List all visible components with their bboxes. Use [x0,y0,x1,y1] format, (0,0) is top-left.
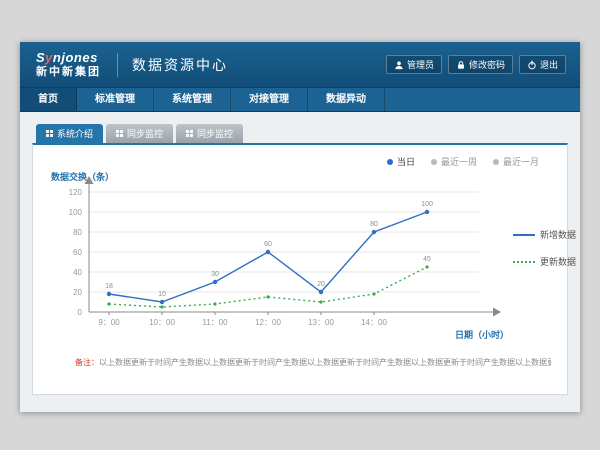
user-actions: 管理员 修改密码 退出 [386,55,566,74]
app-header: Synjones 新中新集团 数据资源中心 管理员 修改密码 退出 [20,42,580,88]
logo-company-name: 新中新集团 [36,67,101,78]
grid-icon [116,130,123,137]
series-legend: 新增数据 更新数据 [513,228,576,355]
nav-item-home[interactable]: 首页 [20,88,77,111]
logout-button[interactable]: 退出 [519,55,566,74]
svg-text:45: 45 [423,256,431,263]
svg-text:100: 100 [69,208,83,217]
svg-text:80: 80 [73,228,82,237]
change-password-button[interactable]: 修改密码 [448,55,513,74]
nav-item-system-mgmt[interactable]: 系统管理 [154,88,231,111]
tab-sync-monitor-2[interactable]: 同步监控 [176,124,243,143]
grid-icon [46,130,53,137]
change-password-label: 修改密码 [469,58,505,71]
radio-dot-icon [431,159,437,165]
grid-icon [186,130,193,137]
period-filter-today[interactable]: 当日 [387,155,415,168]
nav-item-data-change[interactable]: 数据异动 [308,88,385,111]
period-filter-last-week[interactable]: 最近一周 [431,155,477,168]
logo[interactable]: Synjones 新中新集团 [36,51,101,78]
svg-text:20: 20 [317,281,325,288]
tab-bar: 系统介绍 同步监控 同步监控 [32,124,568,143]
tab-label: 同步监控 [127,127,163,140]
main-nav: 首页 标准管理 系统管理 对接管理 数据异动 [20,88,580,112]
svg-text:10: 10 [158,291,166,298]
svg-text:0: 0 [78,308,83,317]
svg-text:14：00: 14：00 [361,318,387,327]
chart-row: 0 20 40 60 80 100 120 9：00 10：00 11：00 12：00 13：00 1… [49,170,551,355]
desktop-background: Synjones 新中新集团 数据资源中心 管理员 修改密码 退出 [0,0,600,450]
period-filter-label: 当日 [397,155,415,168]
svg-text:20: 20 [73,288,82,297]
chart-panel: 当日 最近一周 最近一月 0 20 40 60 80 100 120 9：00 10：00 11：… [32,143,568,395]
tab-system-intro[interactable]: 系统介绍 [36,124,103,143]
lock-icon [456,60,466,70]
nav-item-standard-mgmt[interactable]: 标准管理 [77,88,154,111]
logout-label: 退出 [540,58,558,71]
svg-text:60: 60 [264,241,272,248]
svg-text:日期（小时）: 日期（小时） [455,329,509,340]
period-filter-last-month[interactable]: 最近一月 [493,155,539,168]
footnote-text: 以上数据更新于时间产生数据以上数据更新于时间产生数据以上数据更新于时间产生数据以… [99,358,551,367]
admin-user-label: 管理员 [407,58,434,71]
legend-label: 更新数据 [540,255,576,268]
admin-user-button[interactable]: 管理员 [386,55,442,74]
radio-dot-icon [387,159,393,165]
svg-text:12：00: 12：00 [255,318,281,327]
footnote-prefix: 备注： [75,358,99,367]
line-chart: 0 20 40 60 80 100 120 9：00 10：00 11：00 12：00 13：00 1… [49,170,511,355]
footnote: 备注：以上数据更新于时间产生数据以上数据更新于时间产生数据以上数据更新于时间产生… [49,357,551,368]
period-filter-label: 最近一月 [503,155,539,168]
app-window: Synjones 新中新集团 数据资源中心 管理员 修改密码 退出 [20,42,580,412]
page-title: 数据资源中心 [117,53,228,77]
content-area: 系统介绍 同步监控 同步监控 当日 [20,112,580,412]
legend-item-updated-data: 更新数据 [513,255,576,268]
tab-sync-monitor-1[interactable]: 同步监控 [106,124,173,143]
svg-text:60: 60 [73,248,82,257]
svg-text:18: 18 [105,283,113,290]
svg-text:数据交换（条）: 数据交换（条） [51,171,114,182]
power-icon [527,60,537,70]
tab-label: 同步监控 [197,127,233,140]
period-filter-row: 当日 最近一周 最近一月 [49,155,539,168]
logo-accent: y [45,50,53,65]
radio-dot-icon [493,159,499,165]
svg-text:10：00: 10：00 [149,318,175,327]
period-filter-label: 最近一周 [441,155,477,168]
svg-text:100: 100 [421,201,433,208]
solid-line-swatch [513,234,535,236]
logo-wordmark: Synjones [36,51,101,64]
tab-label: 系统介绍 [57,127,93,140]
svg-text:11：00: 11：00 [202,318,228,327]
svg-text:9：00: 9：00 [98,318,120,327]
svg-text:120: 120 [69,188,83,197]
svg-text:40: 40 [73,268,82,277]
legend-item-new-data: 新增数据 [513,228,576,241]
user-icon [394,60,404,70]
svg-text:13：00: 13：00 [308,318,334,327]
svg-text:80: 80 [370,221,378,228]
nav-item-integration-mgmt[interactable]: 对接管理 [231,88,308,111]
dotted-line-swatch [513,261,535,263]
svg-text:30: 30 [211,271,219,278]
legend-label: 新增数据 [540,228,576,241]
